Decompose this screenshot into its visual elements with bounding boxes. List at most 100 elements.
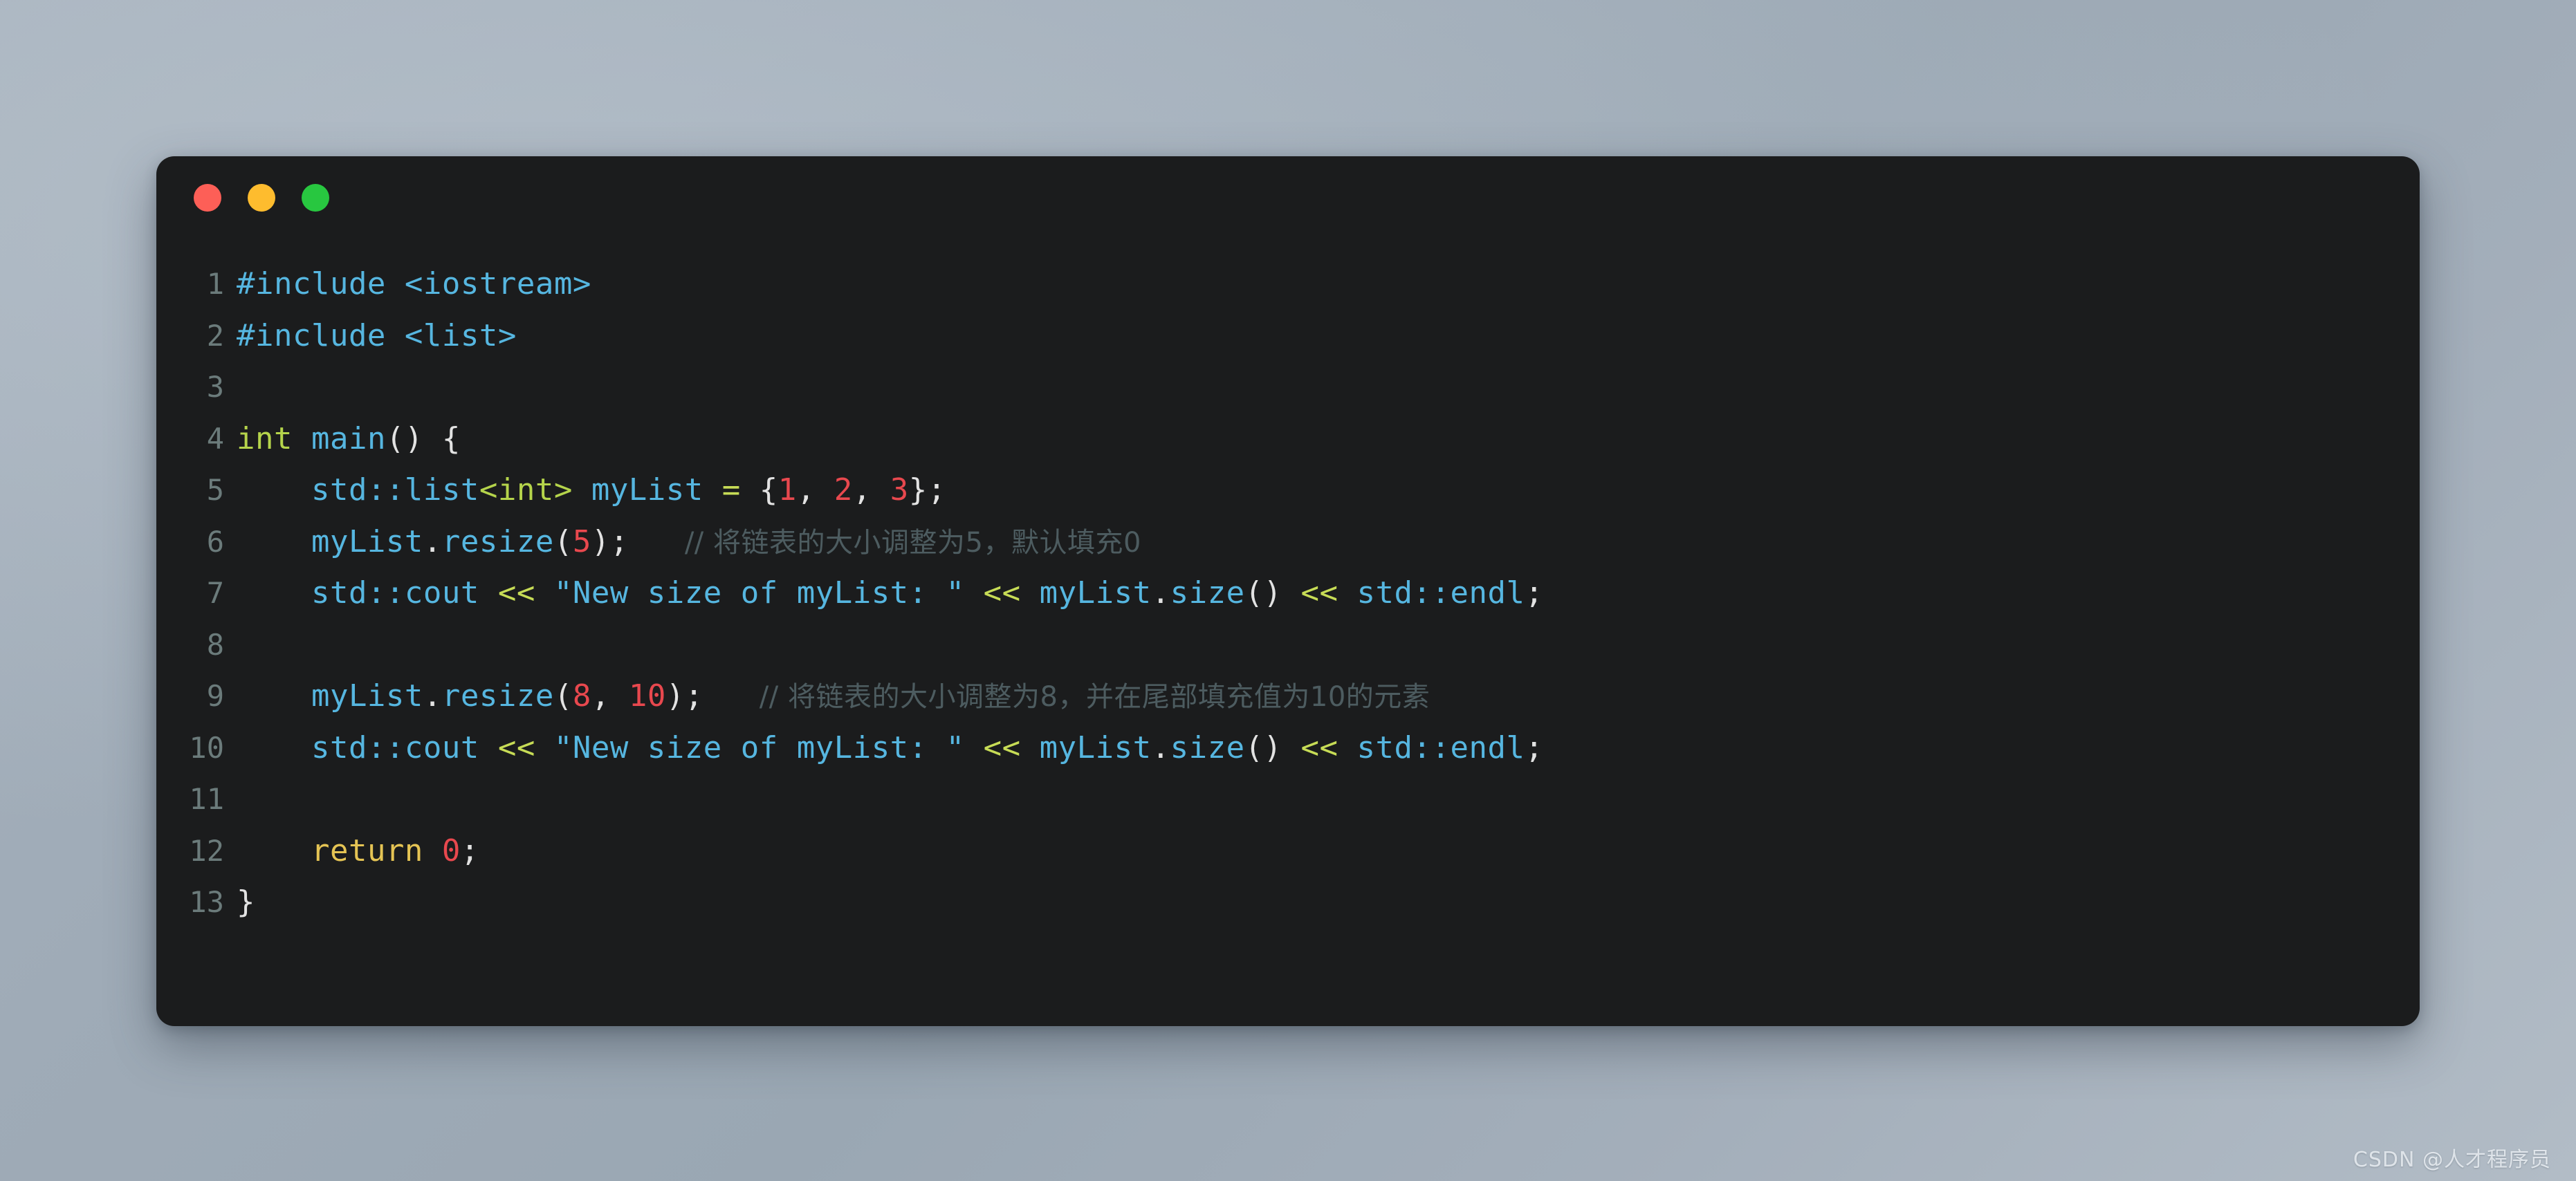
code-line[interactable]: 2 #include <list>	[156, 310, 2420, 362]
code-editor-area[interactable]: 1 #include <iostream> 2 #include <list> 3 4 in…	[156, 239, 2420, 1026]
code-line[interactable]: 13}	[156, 877, 2420, 929]
code-token: #include <iostream>	[237, 266, 591, 301]
line-number: 5	[206, 473, 224, 507]
code-token: std::cout	[237, 729, 479, 765]
code-token: 10	[628, 678, 666, 714]
code-token: ;	[1525, 575, 1544, 611]
code-token: int	[237, 420, 293, 456]
code-token: "New size of myList: "	[553, 729, 965, 765]
line-number: 13	[189, 885, 224, 919]
code-token: "New size of myList: "	[553, 575, 965, 611]
code-line-text: myList.resize(8, 10); // 将链表的大小调整为8，并在尾部…	[237, 671, 2420, 723]
code-line[interactable]: 3	[156, 362, 2420, 413]
code-token: myList	[1039, 575, 1152, 611]
code-token: <<	[983, 575, 1021, 611]
code-line-text: myList.resize(5); // 将链表的大小调整为5，默认填充0	[237, 517, 2420, 569]
code-token: ;	[460, 833, 479, 868]
code-line-text: std::cout << "New size of myList: " << m…	[237, 568, 2420, 620]
code-token: myList	[1039, 729, 1152, 765]
code-token: 1	[778, 472, 797, 508]
line-number: 12	[189, 833, 224, 868]
code-line[interactable]: 10 std::cout << "New size of myList: " <…	[156, 723, 2420, 774]
code-token: (	[553, 523, 573, 559]
code-line-text: std::cout << "New size of myList: " << m…	[237, 723, 2420, 774]
line-number: 10	[189, 730, 224, 765]
code-token: <<	[1300, 575, 1338, 611]
maximize-button-icon[interactable]	[302, 184, 329, 212]
code-token: ,	[591, 678, 629, 714]
code-token: ;	[1525, 729, 1544, 765]
code-line-text: int main() {	[237, 413, 2420, 465]
line-number: 1	[206, 267, 224, 301]
line-number: 3	[206, 370, 224, 404]
line-number: 2	[206, 318, 224, 353]
code-line[interactable]: 11	[156, 774, 2420, 826]
code-token: size	[1170, 729, 1245, 765]
code-line-text: std::list<int> myList = {1, 2, 3};	[237, 465, 2420, 517]
code-token: std::endl	[1356, 729, 1525, 765]
code-line-text: #include <iostream>	[237, 259, 2420, 310]
code-token: (	[553, 678, 573, 714]
code-line-text: #include <list>	[237, 310, 2420, 362]
code-token: <<	[983, 729, 1021, 765]
code-snippet-window: 1 #include <iostream> 2 #include <list> 3 4 in…	[156, 156, 2420, 1026]
code-line[interactable]: 1 #include <iostream>	[156, 259, 2420, 310]
window-titlebar	[156, 156, 2420, 239]
code-token: <<	[1300, 729, 1338, 765]
code-token: );	[665, 678, 703, 714]
line-number: 9	[206, 679, 224, 713]
line-number: 6	[206, 524, 224, 559]
code-token: // 将链表的大小调整为8，并在尾部填充值为10的元素	[759, 681, 1430, 713]
line-number: 7	[206, 576, 224, 610]
code-token: .	[423, 678, 442, 714]
code-token: .	[423, 523, 442, 559]
code-token: .	[1151, 729, 1170, 765]
code-token: );	[591, 523, 629, 559]
code-token: {	[740, 472, 778, 508]
code-token: std::list	[237, 472, 479, 508]
minimize-button-icon[interactable]	[248, 184, 275, 212]
code-line[interactable]: 8	[156, 620, 2420, 671]
code-token: () {	[385, 420, 461, 456]
code-token: ()	[1244, 729, 1282, 765]
desktop-background: 1 #include <iostream> 2 #include <list> 3 4 in…	[0, 0, 2576, 1181]
code-token: main	[311, 420, 386, 456]
code-line[interactable]: 4 int main() {	[156, 413, 2420, 465]
code-line[interactable]: 7 std::cout << "New size of myList: " <<…	[156, 568, 2420, 620]
code-line[interactable]: 9 myList.resize(8, 10); // 将链表的大小调整为8，并在…	[156, 671, 2420, 723]
code-token: #include <list>	[237, 317, 517, 353]
code-token: <<	[497, 575, 535, 611]
code-token: myList	[237, 678, 423, 714]
code-token: std::endl	[1356, 575, 1525, 611]
code-line[interactable]: 12 return 0;	[156, 826, 2420, 877]
code-token: ()	[1244, 575, 1282, 611]
code-line[interactable]: 5 std::list<int> myList = {1, 2, 3};	[156, 465, 2420, 517]
line-number: 4	[206, 421, 224, 456]
code-line[interactable]: 6 myList.resize(5); // 将链表的大小调整为5，默认填充0	[156, 517, 2420, 568]
line-number: 11	[189, 782, 224, 816]
code-token: ,	[796, 472, 834, 508]
code-token: // 将链表的大小调整为5，默认填充0	[684, 526, 1141, 559]
line-number: 8	[206, 627, 224, 662]
code-line-text: return 0;	[237, 826, 2420, 877]
code-token: resize	[441, 678, 554, 714]
close-button-icon[interactable]	[194, 184, 221, 212]
code-token: <int>	[479, 472, 573, 508]
